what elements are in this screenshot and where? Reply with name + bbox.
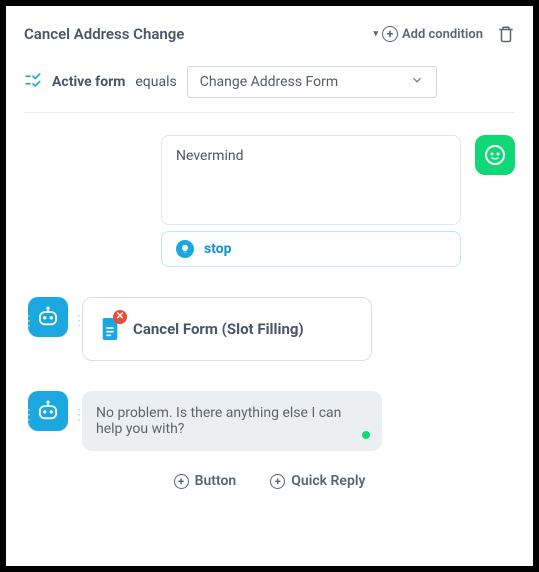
bot-action-row: ⋮ ⋮ ✕ Cancel Form (Slot Filling)	[24, 297, 515, 361]
user-column: Nevermind stop	[161, 135, 461, 267]
condition-field: Active form	[52, 74, 125, 90]
intent-pill[interactable]: stop	[161, 231, 461, 267]
add-condition-label: Add condition	[402, 27, 483, 42]
user-avatar	[475, 135, 515, 175]
condition-icon	[24, 72, 42, 92]
user-message-text: Nevermind	[176, 148, 244, 164]
panel-header: Cancel Address Change ▾ + Add condition	[24, 24, 515, 44]
bot-face-icon	[483, 143, 507, 167]
condition-operator: equals	[135, 74, 176, 90]
robot-icon	[35, 398, 61, 424]
drag-dots-left-icon: ⋮	[22, 407, 36, 423]
action-card[interactable]: ✕ Cancel Form (Slot Filling)	[82, 297, 372, 361]
plus-circle-icon: +	[270, 474, 285, 489]
panel-title: Cancel Address Change	[24, 25, 373, 43]
chevron-down-icon	[410, 73, 424, 91]
footer-quickreply-label: Quick Reply	[291, 473, 365, 489]
bot-message-row: ⋮ ⋮ No problem. Is there anything else I…	[24, 391, 515, 451]
user-turn-row: Nevermind stop	[24, 135, 515, 267]
trash-icon	[497, 24, 515, 44]
plus-circle-icon: +	[382, 26, 398, 42]
lightbulb-icon	[176, 240, 194, 258]
action-label: Cancel Form (Slot Filling)	[133, 320, 304, 338]
delete-button[interactable]	[497, 24, 515, 44]
intent-label: stop	[204, 241, 232, 257]
condition-row: Active form equals Change Address Form	[24, 66, 515, 98]
bot-message-input[interactable]: No problem. Is there anything else I can…	[82, 391, 382, 451]
drag-dots-left-icon: ⋮	[22, 313, 36, 329]
add-button-action[interactable]: + Button	[174, 473, 237, 489]
bot-message-text: No problem. Is there anything else I can…	[96, 405, 341, 437]
user-message-input[interactable]: Nevermind	[161, 135, 461, 225]
select-value: Change Address Form	[200, 74, 338, 90]
divider	[24, 112, 515, 113]
cancel-badge-icon: ✕	[113, 310, 127, 324]
footer-button-label: Button	[195, 473, 237, 489]
robot-icon	[35, 304, 61, 330]
footer-actions: + Button + Quick Reply	[24, 473, 515, 489]
condition-value-select[interactable]: Change Address Form	[187, 66, 437, 98]
status-dot-icon	[362, 431, 370, 439]
add-condition-button[interactable]: ▾ + Add condition	[373, 26, 483, 42]
add-quick-reply-action[interactable]: + Quick Reply	[270, 473, 365, 489]
form-icon: ✕	[99, 316, 121, 342]
plus-circle-icon: +	[174, 474, 189, 489]
story-panel: Cancel Address Change ▾ + Add condition …	[6, 6, 533, 566]
caret-down-icon: ▾	[373, 29, 378, 39]
